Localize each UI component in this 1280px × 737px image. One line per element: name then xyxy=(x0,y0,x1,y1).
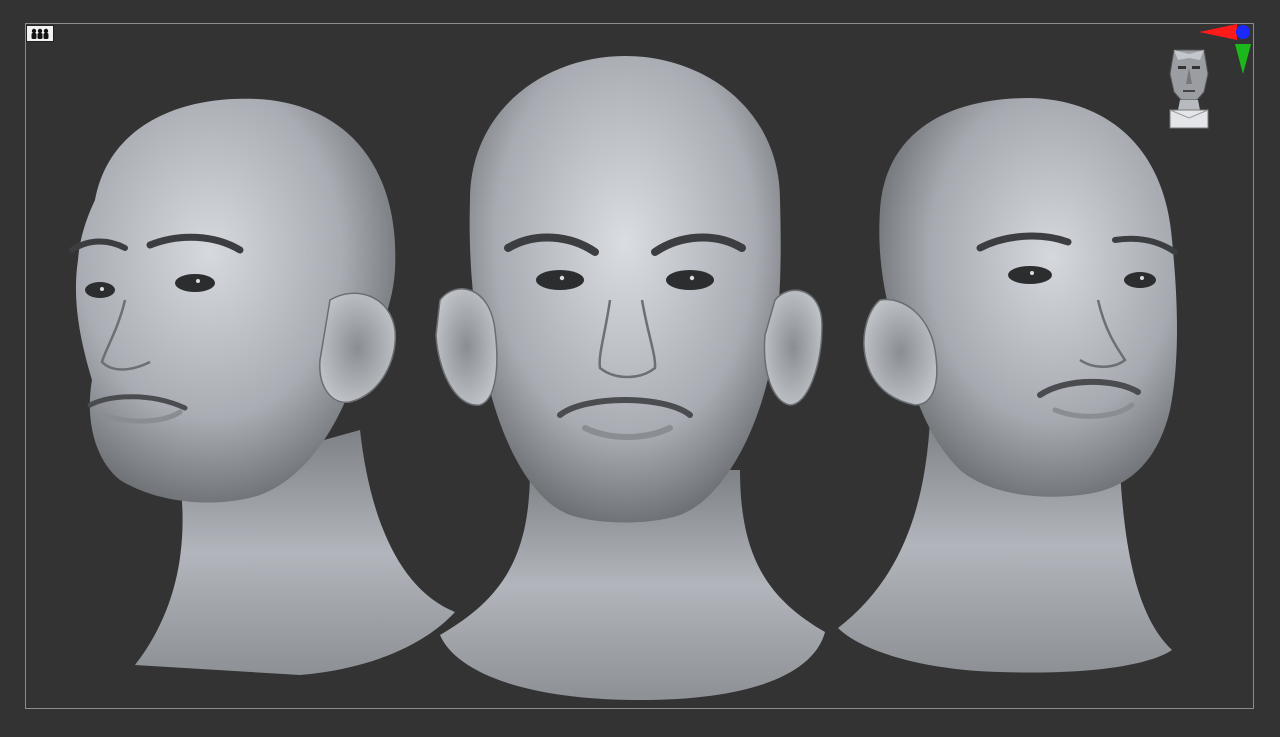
navigation-head-icon[interactable] xyxy=(1164,44,1214,132)
right-head-model xyxy=(838,98,1178,673)
sculpt-render xyxy=(69,56,1178,700)
left-head-model xyxy=(69,98,455,675)
front-head-model xyxy=(435,56,825,700)
